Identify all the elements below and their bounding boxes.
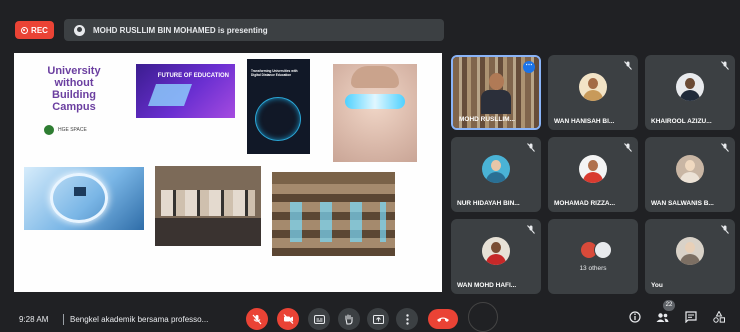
mic-off-icon: [624, 143, 632, 152]
vr-woman-image: [333, 64, 417, 162]
meeting-title[interactable]: Bengkel akademik bersama professo...: [70, 315, 208, 324]
book-title: Transforming Universities with Digital D…: [251, 69, 298, 77]
brand-label: HGE SPACE: [58, 127, 87, 133]
participant-name: NUR HIDAYAH BIN...: [457, 200, 520, 207]
participant-video: [481, 73, 511, 114]
hand-icon: [344, 313, 354, 325]
meeting-details-button[interactable]: [628, 310, 642, 328]
shared-screen[interactable]: University without Building Campus HGE S…: [14, 53, 442, 292]
participant-tile-others[interactable]: 13 others: [548, 219, 638, 294]
presenter-avatar-icon: [74, 24, 85, 36]
others-avatars: [576, 239, 616, 261]
participant-name: MOHAMAD RIZZA...: [554, 200, 616, 207]
presenter-text: MOHD RUSLLIM BIN MOHAMED is presenting: [93, 25, 268, 35]
vr-students-image: [155, 166, 261, 246]
slide-title: University without Building Campus: [47, 65, 101, 113]
future-education-text: FUTURE OF EDUCATION: [157, 73, 229, 79]
lecture-hall-image: [272, 172, 395, 256]
mic-off-icon: [624, 61, 632, 70]
avatar: [676, 237, 704, 265]
mic-off-icon: [252, 314, 262, 325]
presenting-banner: MOHD RUSLLIM BIN MOHAMED is presenting: [64, 19, 444, 41]
future-education-image: FUTURE OF EDUCATION: [136, 64, 235, 118]
people-button[interactable]: [655, 312, 669, 326]
more-options-icon[interactable]: ⋯: [523, 61, 535, 73]
chat-icon: [685, 310, 697, 328]
captions-icon: [313, 314, 325, 324]
info-icon: [629, 310, 641, 328]
mic-off-icon: [721, 61, 729, 70]
others-count: 13 others: [579, 265, 607, 272]
mic-off-icon: [721, 225, 729, 234]
participant-tile[interactable]: WAN MOHD HAFI...: [451, 219, 541, 294]
divider: [63, 314, 64, 325]
participant-tile[interactable]: MOHAMAD RIZZA...: [548, 137, 638, 212]
reaction-cursor: [468, 302, 498, 332]
meet-window: REC MOHD RUSLLIM BIN MOHAMED is presenti…: [0, 0, 740, 332]
activities-button[interactable]: [712, 310, 726, 328]
people-icon: [656, 310, 669, 328]
rec-label: REC: [31, 25, 48, 35]
avatar: [676, 73, 704, 101]
participant-name: KHAIROOL AZIZU...: [651, 118, 712, 125]
participant-name: MOHD RUSLLIM...: [459, 116, 515, 123]
clock-time: 9:28 AM: [19, 315, 49, 324]
bottom-toolbar: 9:28 AM Bengkel akademik bersama profess…: [0, 300, 740, 332]
hang-up-icon: [436, 310, 450, 328]
mic-off-icon: [527, 225, 535, 234]
digital-graduation-image: [24, 167, 144, 230]
mic-off-icon: [527, 143, 535, 152]
mic-toggle-button[interactable]: [246, 308, 268, 330]
avatar: [482, 155, 510, 183]
participant-tile[interactable]: WAN SALWANIS B...: [645, 137, 735, 212]
avatar: [676, 155, 704, 183]
camera-off-icon: [283, 314, 294, 324]
avatar: [594, 241, 612, 259]
present-icon: [372, 314, 384, 324]
participant-tile[interactable]: KHAIROOL AZIZU...: [645, 55, 735, 130]
camera-toggle-button[interactable]: [277, 308, 299, 330]
present-screen-button[interactable]: [367, 308, 389, 330]
brand-logo-icon: [44, 125, 54, 135]
shapes-icon: [713, 310, 725, 328]
leave-call-button[interactable]: [428, 309, 458, 329]
recording-badge: REC: [15, 21, 54, 39]
participant-tile-self[interactable]: You: [645, 219, 735, 294]
mic-off-icon: [721, 143, 729, 152]
record-icon: [21, 26, 29, 34]
participant-name: WAN SALWANIS B...: [651, 200, 714, 207]
graduation-cap-icon: [74, 187, 86, 196]
participant-tile-presenter[interactable]: ⋯ MOHD RUSLLIM...: [451, 55, 541, 130]
participant-tile[interactable]: NUR HIDAYAH BIN...: [451, 137, 541, 212]
raise-hand-button[interactable]: [338, 308, 360, 330]
chat-button[interactable]: [684, 310, 698, 328]
book-cover-image: Transforming Universities with Digital D…: [247, 59, 310, 154]
slide-brand: HGE SPACE: [44, 125, 87, 135]
participant-name: WAN MOHD HAFI...: [457, 282, 517, 289]
more-options-button[interactable]: [396, 308, 418, 330]
participant-name: WAN HANISAH BI...: [554, 118, 615, 125]
avatar: [482, 237, 510, 265]
avatar: [579, 73, 607, 101]
participant-tile[interactable]: WAN HANISAH BI...: [548, 55, 638, 130]
more-vert-icon: [405, 313, 409, 325]
captions-button[interactable]: [308, 308, 330, 330]
participant-name: You: [651, 282, 663, 289]
avatar: [579, 155, 607, 183]
